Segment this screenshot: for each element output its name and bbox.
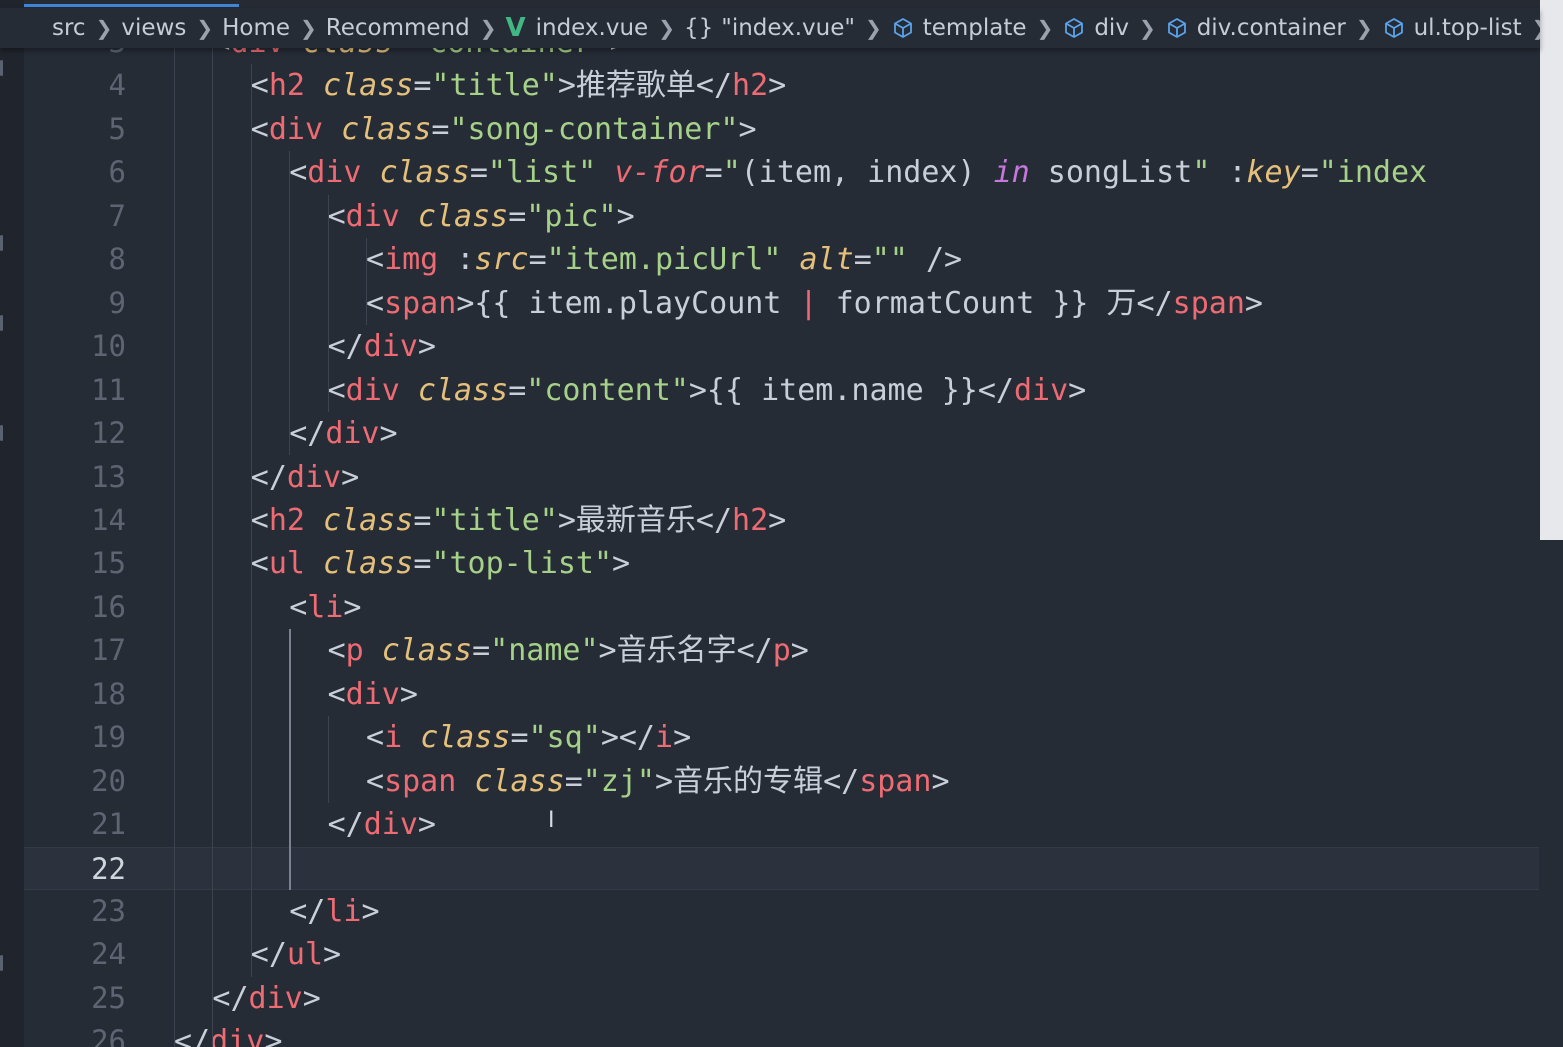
indent-guide <box>250 64 252 977</box>
cube-icon <box>1382 16 1406 40</box>
chevron-right-icon: ❯ <box>864 16 882 40</box>
code-text: <img :src="item.picUrl" alt="" /> <box>366 242 963 278</box>
breadcrumb-item-div-container[interactable]: div.container <box>1165 15 1346 41</box>
code-text: <div class="song-container"> <box>250 111 757 147</box>
line-number: 20 <box>91 763 126 798</box>
chevron-right-icon: ❯ <box>1036 16 1054 40</box>
code-text: </div> <box>289 416 398 452</box>
code-text: <div class="content">{{ item.name }}</di… <box>327 372 1087 408</box>
breadcrumb: src ❯ views ❯ Home ❯ Recommend ❯ V index… <box>0 8 1540 48</box>
vertical-scrollbar-thumb[interactable] <box>1540 0 1563 540</box>
chevron-right-icon: ❯ <box>1355 16 1373 40</box>
breadcrumb-item-file[interactable]: V index.vue <box>505 13 648 43</box>
breadcrumb-item-template[interactable]: template <box>891 15 1027 41</box>
text-cursor-icon: I <box>548 808 555 833</box>
code-editor[interactable]: 3 <div class="container"> 4 <h2 class="titl… <box>24 40 1539 1047</box>
line-number: 10 <box>91 329 126 364</box>
indent-guide <box>212 40 214 1047</box>
code-text: <li> <box>289 589 362 625</box>
line-number: 14 <box>91 502 126 537</box>
code-text: </div> <box>174 1024 283 1047</box>
code-text: <span class="zj">音乐的专辑</span> <box>366 763 950 799</box>
indent-guide <box>174 40 175 1047</box>
line-number: 23 <box>91 894 126 928</box>
breadcrumb-item-views[interactable]: views <box>121 15 186 41</box>
line-number: 24 <box>91 937 126 972</box>
code-text: <i class="sq"></i> <box>366 720 692 756</box>
activity-gutter <box>0 0 24 1047</box>
code-text: </ul> <box>250 937 342 973</box>
code-line[interactable]: 25 </div> <box>24 977 1539 1020</box>
cube-icon <box>1165 16 1189 40</box>
code-text: </li> <box>289 894 380 929</box>
indent-guide <box>289 629 292 890</box>
code-text: <h2 class="title">推荐歌单</h2> <box>250 68 787 104</box>
vertical-scrollbar-track[interactable] <box>1540 540 1563 1047</box>
line-number: 18 <box>91 676 126 711</box>
line-number: 13 <box>91 459 126 494</box>
indent-guide <box>289 151 291 456</box>
code-text: <div class="list" v-for="(item, index) i… <box>289 155 1428 191</box>
braces-icon: {} <box>683 15 714 41</box>
breadcrumb-item-object[interactable]: {} "index.vue" <box>684 15 855 41</box>
code-text: <ul class="top-list"> <box>250 546 631 582</box>
indent-guide <box>327 194 329 413</box>
line-number: 16 <box>91 589 126 624</box>
chevron-right-icon: ❯ <box>1532 16 1540 40</box>
breadcrumb-item-recommend[interactable]: Recommend <box>326 15 470 41</box>
code-text: <h2 class="title">最新音乐</h2> <box>250 502 787 538</box>
active-tab-indicator <box>24 4 239 7</box>
line-number: 7 <box>108 198 126 233</box>
line-number: 19 <box>91 720 126 755</box>
indent-guide <box>327 716 329 804</box>
code-line[interactable]: 26 </div> <box>24 1020 1539 1047</box>
line-number: 25 <box>91 980 126 1015</box>
line-number: 4 <box>108 68 126 103</box>
line-number: 21 <box>91 807 126 842</box>
vue-logo-icon: V <box>505 13 526 43</box>
line-number: 9 <box>108 285 126 320</box>
line-number: 22 <box>91 851 126 886</box>
code-text: <span>{{ item.playCount | formatCount }}… <box>366 285 1263 321</box>
line-number: 12 <box>91 416 126 451</box>
line-number: 26 <box>91 1024 126 1047</box>
indent-guide <box>366 238 367 326</box>
code-text: <div class="pic"> <box>327 198 635 234</box>
chevron-right-icon: ❯ <box>1138 16 1156 40</box>
code-text: <div> <box>327 676 418 712</box>
cube-icon <box>891 16 915 40</box>
chevron-right-icon: ❯ <box>95 16 113 40</box>
breadcrumb-item-home[interactable]: Home <box>222 15 290 41</box>
chevron-right-icon: ❯ <box>479 16 497 40</box>
code-text: <p class="name">音乐名字</p> <box>327 633 809 669</box>
line-number: 11 <box>91 372 126 407</box>
chevron-right-icon: ❯ <box>196 16 214 40</box>
line-number: 5 <box>108 111 126 146</box>
breadcrumb-item-div[interactable]: div <box>1062 15 1129 41</box>
code-text: </div> <box>327 807 436 843</box>
line-number: 17 <box>91 633 126 668</box>
line-number: 6 <box>108 155 126 190</box>
code-text: </div> <box>212 980 321 1016</box>
line-number: 8 <box>108 242 126 277</box>
breadcrumb-item-src[interactable]: src <box>52 15 86 41</box>
chevron-right-icon: ❯ <box>658 16 675 40</box>
code-text: </div> <box>250 459 360 495</box>
code-text: </div> <box>327 329 436 365</box>
breadcrumb-item-ul-top-list[interactable]: ul.top-list <box>1382 15 1522 41</box>
cube-icon <box>1062 16 1086 40</box>
line-number: 15 <box>91 546 126 581</box>
chevron-right-icon: ❯ <box>300 16 317 40</box>
